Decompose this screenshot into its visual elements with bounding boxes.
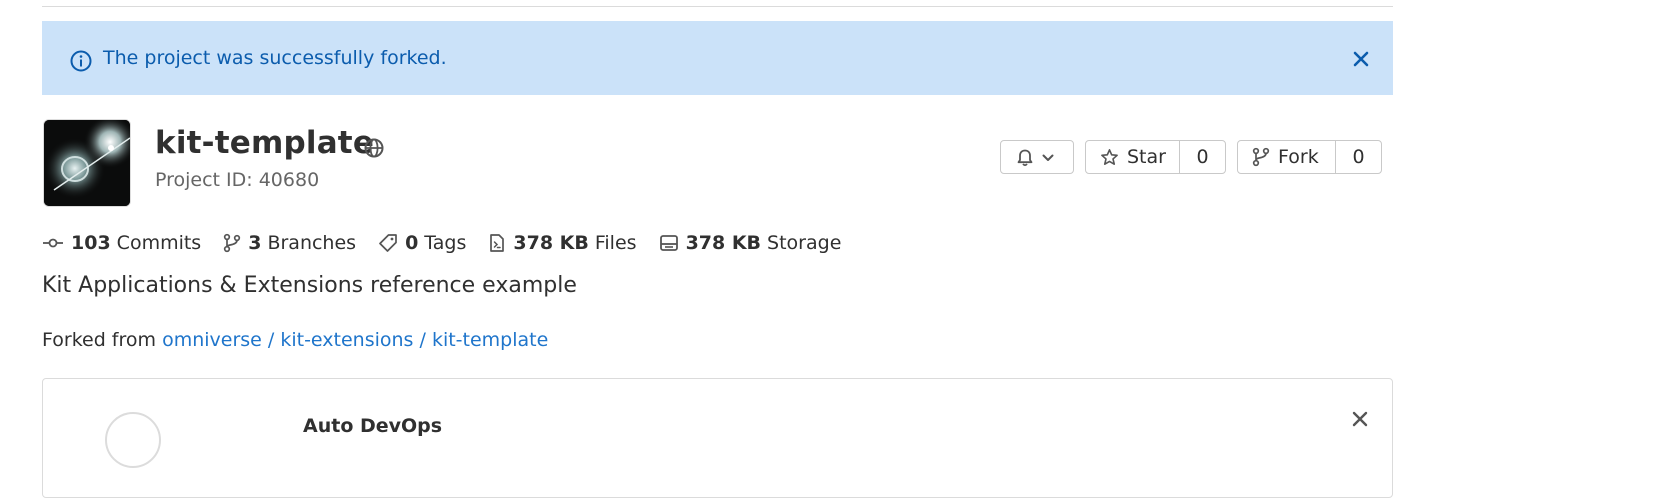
forked-from: Forked from omniverse / kit-extensions /…	[42, 329, 548, 351]
forked-from-prefix: Forked from	[42, 329, 157, 351]
star-button-group: Star 0	[1085, 140, 1226, 174]
stat-tags[interactable]: 0 Tags	[378, 232, 466, 254]
fork-label: Fork	[1278, 146, 1319, 168]
chevron-down-icon	[1042, 154, 1054, 161]
fork-button[interactable]: Fork	[1238, 141, 1336, 173]
close-icon[interactable]	[1351, 49, 1371, 69]
commit-icon	[43, 238, 63, 248]
fork-icon	[1252, 147, 1270, 167]
star-icon	[1101, 148, 1118, 165]
tag-icon	[379, 234, 397, 252]
branch-icon	[224, 233, 241, 253]
alert-message: The project was successfully forked.	[103, 47, 447, 69]
project-description: Kit Applications & Extensions reference …	[42, 273, 577, 298]
project-avatar[interactable]	[43, 119, 131, 207]
forked-from-link[interactable]: omniverse / kit-extensions / kit-templat…	[162, 329, 548, 351]
globe-icon	[364, 138, 384, 158]
stat-commits[interactable]: 103 Commits	[42, 232, 201, 254]
stat-label: Tags	[424, 232, 467, 254]
auto-devops-banner: Auto DevOps	[42, 378, 1393, 498]
avatar-image	[44, 120, 130, 206]
stat-files[interactable]: 378 KB Files	[488, 232, 637, 254]
stat-label: Branches	[267, 232, 357, 254]
stat-label: Files	[594, 232, 637, 254]
stat-label: Commits	[116, 232, 202, 254]
star-label: Star	[1127, 146, 1166, 168]
close-icon[interactable]	[1350, 409, 1370, 429]
stat-branches[interactable]: 3 Branches	[223, 232, 356, 254]
notifications-dropdown-button[interactable]	[1000, 140, 1074, 174]
fork-count[interactable]: 0	[1336, 141, 1381, 173]
top-divider	[42, 6, 1393, 7]
info-icon	[70, 50, 92, 72]
stat-storage[interactable]: 378 KB Storage	[659, 232, 842, 254]
star-count[interactable]: 0	[1180, 141, 1225, 173]
project-title: kit-template	[155, 125, 375, 161]
bell-icon	[1017, 149, 1033, 167]
banner-illustration	[105, 412, 161, 468]
banner-title: Auto DevOps	[303, 415, 443, 437]
stat-value: 103	[71, 232, 111, 254]
star-button[interactable]: Star	[1086, 141, 1180, 173]
stat-label: Storage	[767, 232, 842, 254]
stat-value: 3	[248, 232, 262, 254]
stat-value: 0	[405, 232, 419, 254]
file-icon	[490, 234, 505, 252]
project-id: Project ID: 40680	[155, 169, 320, 191]
project-stats: 103 Commits 3 Branches 0 Tags 378 KB Fil…	[42, 230, 863, 256]
stat-value: 378 KB	[513, 232, 589, 254]
storage-icon	[659, 235, 678, 251]
stat-value: 378 KB	[685, 232, 762, 254]
fork-success-alert: The project was successfully forked.	[42, 21, 1393, 95]
fork-button-group: Fork 0	[1237, 140, 1382, 174]
